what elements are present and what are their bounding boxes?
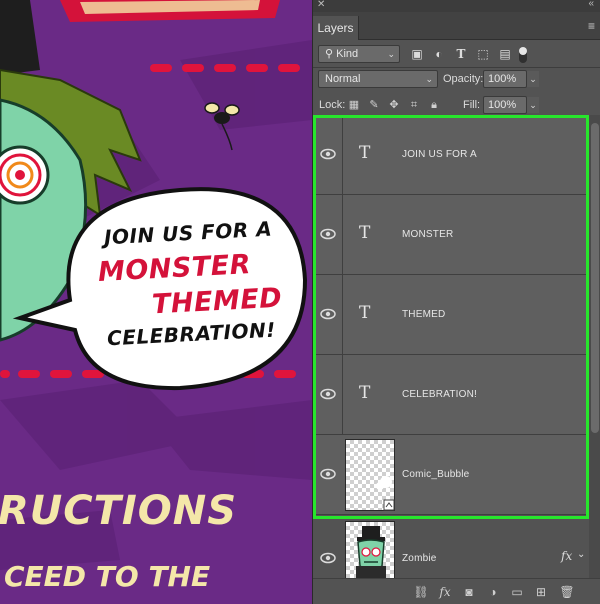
fill-label: Fill: — [463, 99, 481, 111]
layer-name[interactable]: Comic_Bubble — [402, 469, 469, 480]
panel-tab-row: Layers ≡ — [313, 12, 600, 40]
panel-title-bar: ✕ « — [313, 0, 600, 12]
chevron-down-icon[interactable]: ⌄ — [577, 549, 585, 560]
opacity-label: Opacity: — [443, 73, 484, 85]
chevron-down-icon: ⌄ — [425, 74, 433, 84]
smart-object-filter-icon[interactable]: ▤ — [497, 46, 513, 62]
fill-value: 100% — [488, 99, 517, 111]
add-layer-style-icon[interactable]: fx — [437, 584, 453, 600]
layer-name[interactable]: CELEBRATION! — [402, 389, 477, 400]
divider — [342, 195, 343, 275]
layer-thumbnail[interactable] — [345, 439, 395, 511]
type-layer-icon: T — [359, 383, 371, 403]
document-canvas[interactable]: JOIN US FOR A MONSTER THEMED CELEBRATION… — [0, 0, 312, 604]
layers-list: T JOIN US FOR A T MONSTER T THEMED T CEL… — [313, 115, 600, 578]
lock-all-icon[interactable]: 🔒︎ — [427, 98, 441, 112]
divider — [342, 355, 343, 435]
layer-name[interactable]: JOIN US FOR A — [402, 149, 477, 160]
shape-filter-icon[interactable]: ⬚ — [475, 46, 491, 62]
fill-field[interactable]: 100% ⌄ — [483, 96, 539, 114]
smart-object-badge-icon — [376, 476, 395, 511]
link-layers-icon[interactable]: ⛓ — [413, 584, 429, 600]
zombie-thumbnail-image — [356, 526, 386, 578]
layer-row[interactable]: Zombie fx ⌄ — [313, 515, 589, 578]
tab-layers[interactable]: Layers — [313, 16, 359, 40]
filter-kind-select[interactable]: ⚲ Kind ⌄ — [318, 45, 400, 63]
type-layer-icon: T — [359, 303, 371, 323]
opacity-field[interactable]: 100% ⌄ — [483, 70, 539, 88]
type-filter-icon[interactable]: T — [453, 46, 469, 62]
visibility-eye-icon[interactable] — [319, 307, 337, 321]
visibility-eye-icon[interactable] — [319, 551, 337, 565]
chevron-down-icon: ⌄ — [387, 49, 395, 59]
layer-name[interactable]: THEMED — [402, 309, 445, 320]
divider — [342, 275, 343, 355]
artwork-subtext: CEED TO THE — [4, 560, 211, 593]
lock-artboard-icon[interactable]: ⌗ — [407, 98, 421, 112]
layer-name[interactable]: MONSTER — [402, 229, 453, 240]
filter-kind-label: Kind — [336, 48, 359, 60]
layer-row[interactable]: T MONSTER — [313, 195, 589, 275]
layers-panel: ✕ « Layers ≡ ⚲ Kind ⌄ ▣ ◐ T ⬚ ▤ Normal ⌄… — [312, 0, 600, 604]
visibility-eye-icon[interactable] — [319, 227, 337, 241]
layer-row[interactable]: T JOIN US FOR A — [313, 115, 589, 195]
new-layer-icon[interactable]: ⊞ — [533, 584, 549, 600]
opacity-dropdown-icon[interactable]: ⌄ — [527, 71, 539, 87]
panel-menu-icon[interactable]: ≡ — [588, 19, 595, 33]
visibility-eye-icon[interactable] — [319, 147, 337, 161]
layers-bottom-toolbar: ⛓ fx ◙ ◑ ▭ ⊞ 🗑︎ — [313, 578, 600, 604]
add-mask-icon[interactable]: ◙ — [461, 584, 477, 600]
collapse-panel-icon[interactable]: « — [588, 0, 594, 9]
layer-effects-icon[interactable]: fx — [561, 549, 572, 563]
blend-mode-value: Normal — [325, 73, 361, 85]
close-panel-icon[interactable]: ✕ — [317, 0, 325, 10]
blend-mode-select[interactable]: Normal ⌄ — [318, 70, 438, 88]
type-layer-icon: T — [359, 223, 371, 243]
image-filter-icon[interactable]: ▣ — [409, 46, 425, 62]
visibility-eye-icon[interactable] — [319, 467, 337, 481]
new-group-icon[interactable]: ▭ — [509, 584, 525, 600]
layer-name[interactable]: Zombie — [402, 553, 437, 564]
lock-image-pixels-icon[interactable]: ✎ — [367, 98, 381, 112]
layer-row[interactable]: T THEMED — [313, 275, 589, 355]
lock-position-icon[interactable]: ✥ — [387, 98, 401, 112]
new-adjustment-layer-icon[interactable]: ◑ — [485, 584, 501, 600]
search-icon: ⚲ — [325, 48, 337, 60]
divider — [313, 67, 600, 68]
filter-toggle-switch[interactable] — [519, 47, 527, 63]
type-layer-icon: T — [359, 143, 371, 163]
divider — [342, 115, 343, 195]
lock-transparency-icon[interactable]: ▦ — [347, 98, 361, 112]
visibility-eye-icon[interactable] — [319, 387, 337, 401]
delete-layer-icon[interactable]: 🗑︎ — [559, 584, 575, 600]
adjustment-filter-icon[interactable]: ◐ — [431, 46, 447, 62]
fill-dropdown-icon[interactable]: ⌄ — [527, 97, 539, 113]
layer-row[interactable]: Comic_Bubble — [313, 435, 589, 515]
layers-scrollbar[interactable] — [589, 115, 600, 578]
opacity-value: 100% — [488, 73, 517, 85]
lock-label: Lock: — [319, 99, 346, 111]
artwork-heading: RUCTIONS — [0, 488, 238, 534]
scrollbar-thumb[interactable] — [591, 123, 599, 433]
layer-row[interactable]: T CELEBRATION! — [313, 355, 589, 435]
photoshop-window: JOIN US FOR A MONSTER THEMED CELEBRATION… — [0, 0, 600, 604]
layer-thumbnail[interactable] — [345, 521, 395, 578]
